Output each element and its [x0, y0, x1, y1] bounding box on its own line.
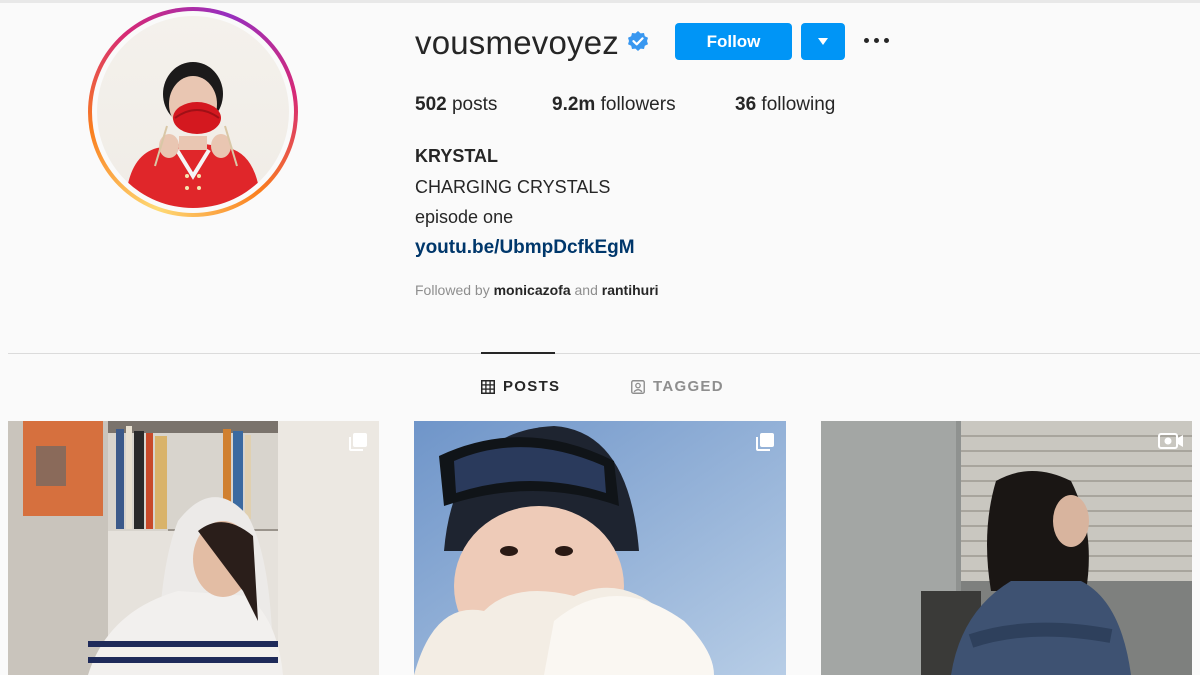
- profile-full-name: KRYSTAL: [415, 146, 498, 166]
- more-dots-icon: [864, 38, 869, 43]
- active-tab-indicator: [481, 352, 555, 354]
- top-border: [0, 0, 1200, 3]
- tabs-divider: [8, 353, 1200, 354]
- post-image: [821, 421, 1192, 675]
- avatar-photo: [97, 16, 289, 208]
- following-link[interactable]: 36 following: [735, 94, 835, 116]
- posts-count: 502 posts: [415, 94, 498, 115]
- suggested-accounts-dropdown-button[interactable]: [801, 23, 845, 60]
- bio-line: CHARGING CRYSTALS: [415, 177, 611, 197]
- video-icon: [1158, 433, 1183, 449]
- profile-avatar[interactable]: [88, 7, 298, 217]
- carousel-icon: [349, 433, 367, 451]
- grid-icon: [481, 380, 495, 394]
- carousel-icon: [756, 433, 774, 451]
- tab-posts[interactable]: POSTS: [481, 378, 561, 398]
- post-image: [8, 421, 379, 675]
- tab-tagged[interactable]: TAGGED: [631, 378, 726, 398]
- more-options-button[interactable]: [860, 29, 894, 53]
- post-thumbnail[interactable]: [414, 421, 786, 675]
- tagged-icon: [631, 380, 645, 394]
- chevron-down-icon: [818, 38, 828, 45]
- followers-link[interactable]: 9.2m followers: [552, 94, 676, 116]
- profile-username: vousmevoyez: [415, 24, 619, 61]
- followed-by[interactable]: Followed by monicazofa and rantihuri: [415, 282, 659, 298]
- follow-button[interactable]: Follow: [675, 23, 792, 60]
- post-image: [414, 421, 786, 675]
- verified-badge-icon: [628, 31, 648, 51]
- post-thumbnail[interactable]: [821, 421, 1192, 675]
- post-thumbnail[interactable]: [8, 421, 379, 675]
- bio-link[interactable]: youtu.be/UbmpDcfkEgM: [415, 237, 635, 259]
- bio-line: episode one: [415, 207, 514, 227]
